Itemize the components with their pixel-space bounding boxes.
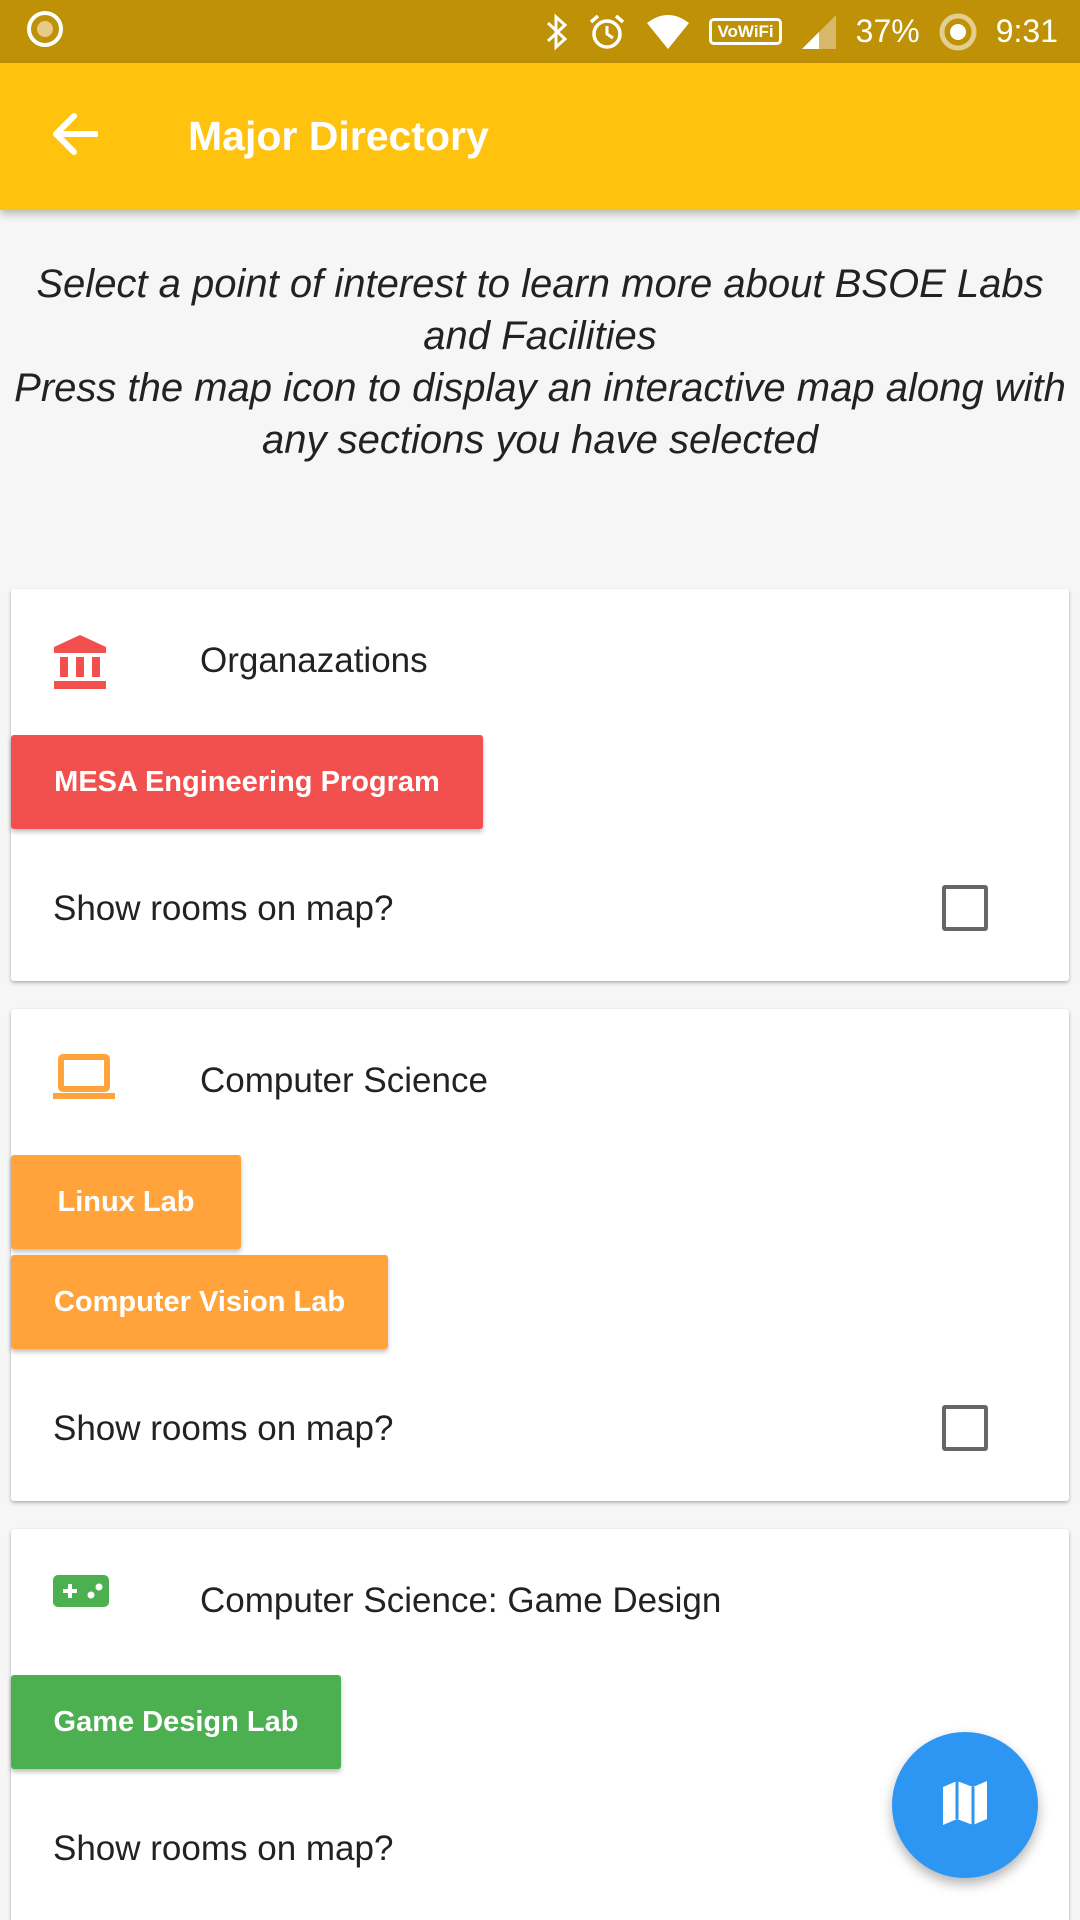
- page-title: Major Directory: [188, 113, 489, 159]
- data-saver-icon: [938, 12, 978, 52]
- show-rooms-label: Show rooms on map?: [53, 1409, 394, 1448]
- show-rooms-checkbox[interactable]: [942, 1405, 988, 1451]
- section-title: Organazations: [200, 641, 428, 680]
- cell-signal-icon: [800, 13, 838, 51]
- map-fab-button[interactable]: [892, 1732, 1038, 1878]
- app-bar: Major Directory: [0, 63, 1080, 210]
- section-title: Computer Science: Game Design: [200, 1581, 722, 1620]
- section-header[interactable]: Organazations: [11, 589, 1069, 729]
- back-button[interactable]: [24, 87, 124, 187]
- linux-lab-button[interactable]: Linux Lab: [11, 1155, 241, 1249]
- mesa-engineering-program-button[interactable]: MESA Engineering Program: [11, 735, 483, 829]
- section-card-organizations: Organazations MESA Engineering Program S…: [11, 589, 1069, 981]
- clock-text: 9:31: [995, 13, 1058, 49]
- vowifi-badge: VoWiFi: [709, 18, 782, 45]
- gamepad-icon: [51, 1573, 117, 1633]
- status-bar: VoWiFi 37% 9:31: [0, 0, 1080, 63]
- section-title: Computer Science: [200, 1061, 488, 1100]
- show-rooms-label: Show rooms on map?: [53, 1829, 394, 1868]
- intro-line-map: Press the map icon to display an interac…: [14, 366, 1066, 462]
- institution-icon: [51, 633, 117, 693]
- section-card-game-design: Computer Science: Game Design Game Desig…: [11, 1529, 1069, 1920]
- section-header[interactable]: Computer Science: [11, 1009, 1069, 1149]
- intro-line-select: Select a point of interest to learn more…: [36, 262, 1044, 358]
- intro-text: Select a point of interest to learn more…: [0, 258, 1080, 466]
- record-icon: [26, 10, 64, 53]
- show-rooms-checkbox[interactable]: [942, 885, 988, 931]
- game-design-lab-button[interactable]: Game Design Lab: [11, 1675, 341, 1769]
- laptop-icon: [51, 1053, 117, 1113]
- alarm-icon: [587, 12, 627, 52]
- computer-vision-lab-button[interactable]: Computer Vision Lab: [11, 1255, 388, 1349]
- bluetooth-icon: [545, 13, 569, 51]
- show-rooms-label: Show rooms on map?: [53, 889, 394, 928]
- battery-text: 37%: [855, 13, 920, 49]
- arrow-back-icon: [50, 112, 99, 161]
- section-card-computer-science: Computer Science Linux Lab Computer Visi…: [11, 1009, 1069, 1501]
- section-header[interactable]: Computer Science: Game Design: [11, 1529, 1069, 1669]
- wifi-icon: [645, 13, 691, 51]
- map-icon: [939, 1777, 991, 1834]
